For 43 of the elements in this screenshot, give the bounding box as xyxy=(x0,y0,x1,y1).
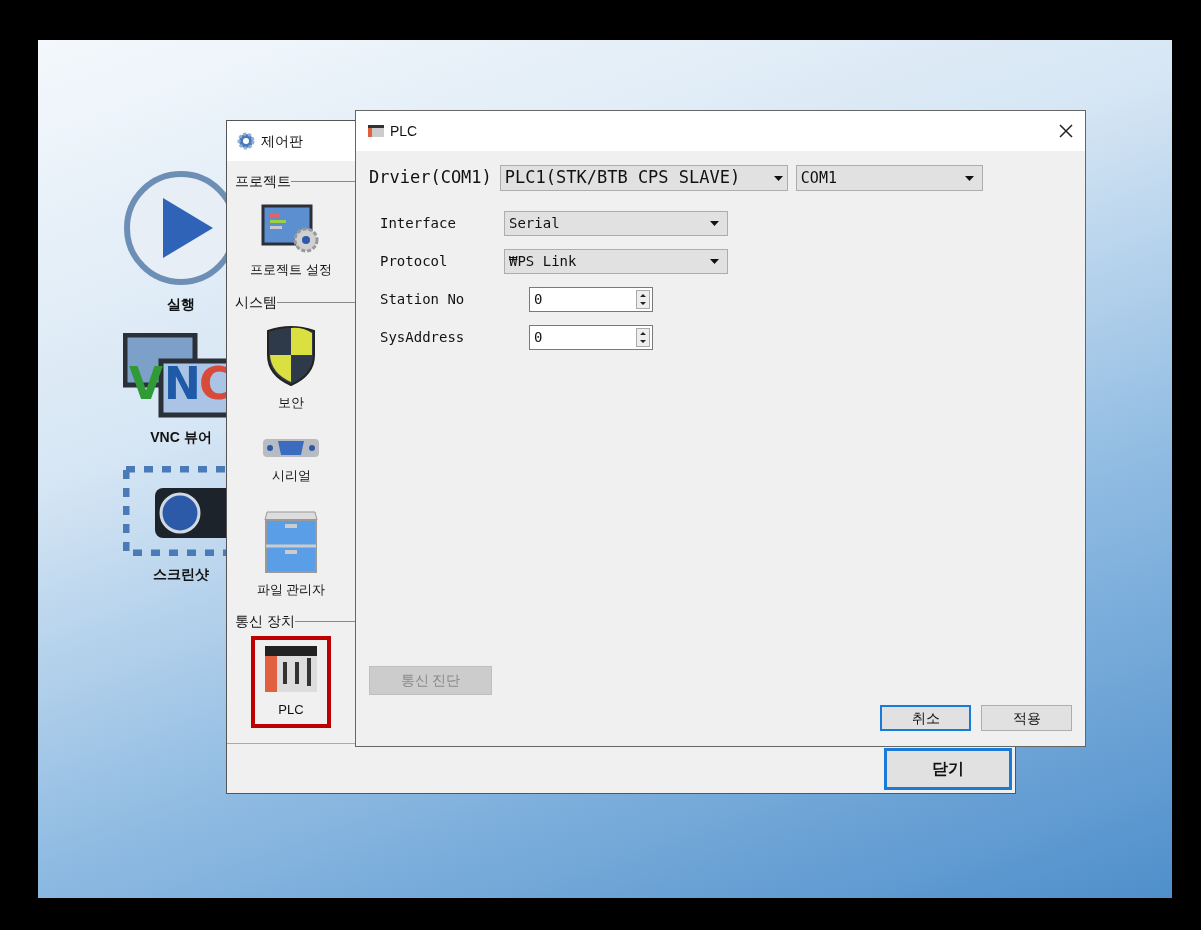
window-title: 제어판 xyxy=(261,131,303,151)
desktop-icon-label[interactable]: VNC 뷰어 xyxy=(150,427,212,448)
number-input[interactable]: 0 xyxy=(529,325,653,350)
serial-port-icon xyxy=(262,436,320,460)
dropdown-arrow-icon xyxy=(710,259,719,264)
number-input[interactable]: 0 xyxy=(529,287,653,312)
panel-item[interactable]: 보안 xyxy=(253,316,329,420)
dropdown-arrow-icon xyxy=(710,221,719,226)
spinner-arrows-icon[interactable] xyxy=(636,328,650,347)
dialog-button[interactable]: 적용 xyxy=(981,705,1072,731)
section-heading: 시스템 xyxy=(235,292,277,312)
dialog-button[interactable]: 취소 xyxy=(880,705,971,731)
window-title: PLC xyxy=(390,121,418,141)
gear-icon xyxy=(237,132,255,150)
field-label: Protocol xyxy=(380,252,449,271)
file-cabinet-icon xyxy=(263,509,319,574)
settings-screen-icon xyxy=(261,204,321,254)
port-dropdown[interactable]: COM1 xyxy=(795,165,983,191)
section-heading: 프로젝트 xyxy=(235,172,291,191)
shield-icon xyxy=(265,324,317,387)
plc-rack-icon xyxy=(263,644,319,694)
field-label: Station No xyxy=(380,290,466,309)
desktop-icon-label[interactable]: 실행 xyxy=(167,294,195,315)
dropdown-arrow-icon xyxy=(773,175,783,181)
select-field[interactable]: Serial xyxy=(504,211,728,236)
close-icon[interactable] xyxy=(1059,124,1073,138)
field-label: Interface xyxy=(380,214,457,233)
driver-label: Drvier(COM1) xyxy=(369,166,492,190)
select-field[interactable]: ₩PS Link xyxy=(504,249,728,274)
spinner-arrows-icon[interactable] xyxy=(636,290,650,309)
close-button[interactable]: 닫기 xyxy=(884,747,1012,790)
panel-item[interactable]: PLC xyxy=(251,636,331,728)
panel-item[interactable]: 시리얼 xyxy=(250,428,332,494)
desktop-icon-label[interactable]: 스크린샷 xyxy=(153,564,209,585)
section-heading: 통신 장치 xyxy=(235,612,295,631)
logo-letter: V xyxy=(129,358,164,409)
field-label: SysAddress xyxy=(380,328,466,347)
logo-letter: N xyxy=(164,358,201,409)
driver-dropdown[interactable]: PLC1(STK/BTB CPS SLAVE) xyxy=(499,165,788,191)
dropdown-arrow-icon xyxy=(964,175,974,181)
panel-item[interactable]: 파일 관리자 xyxy=(244,501,338,607)
panel-item[interactable]: 프로젝트 설정 xyxy=(238,196,344,288)
plc-rack-icon xyxy=(368,125,384,137)
